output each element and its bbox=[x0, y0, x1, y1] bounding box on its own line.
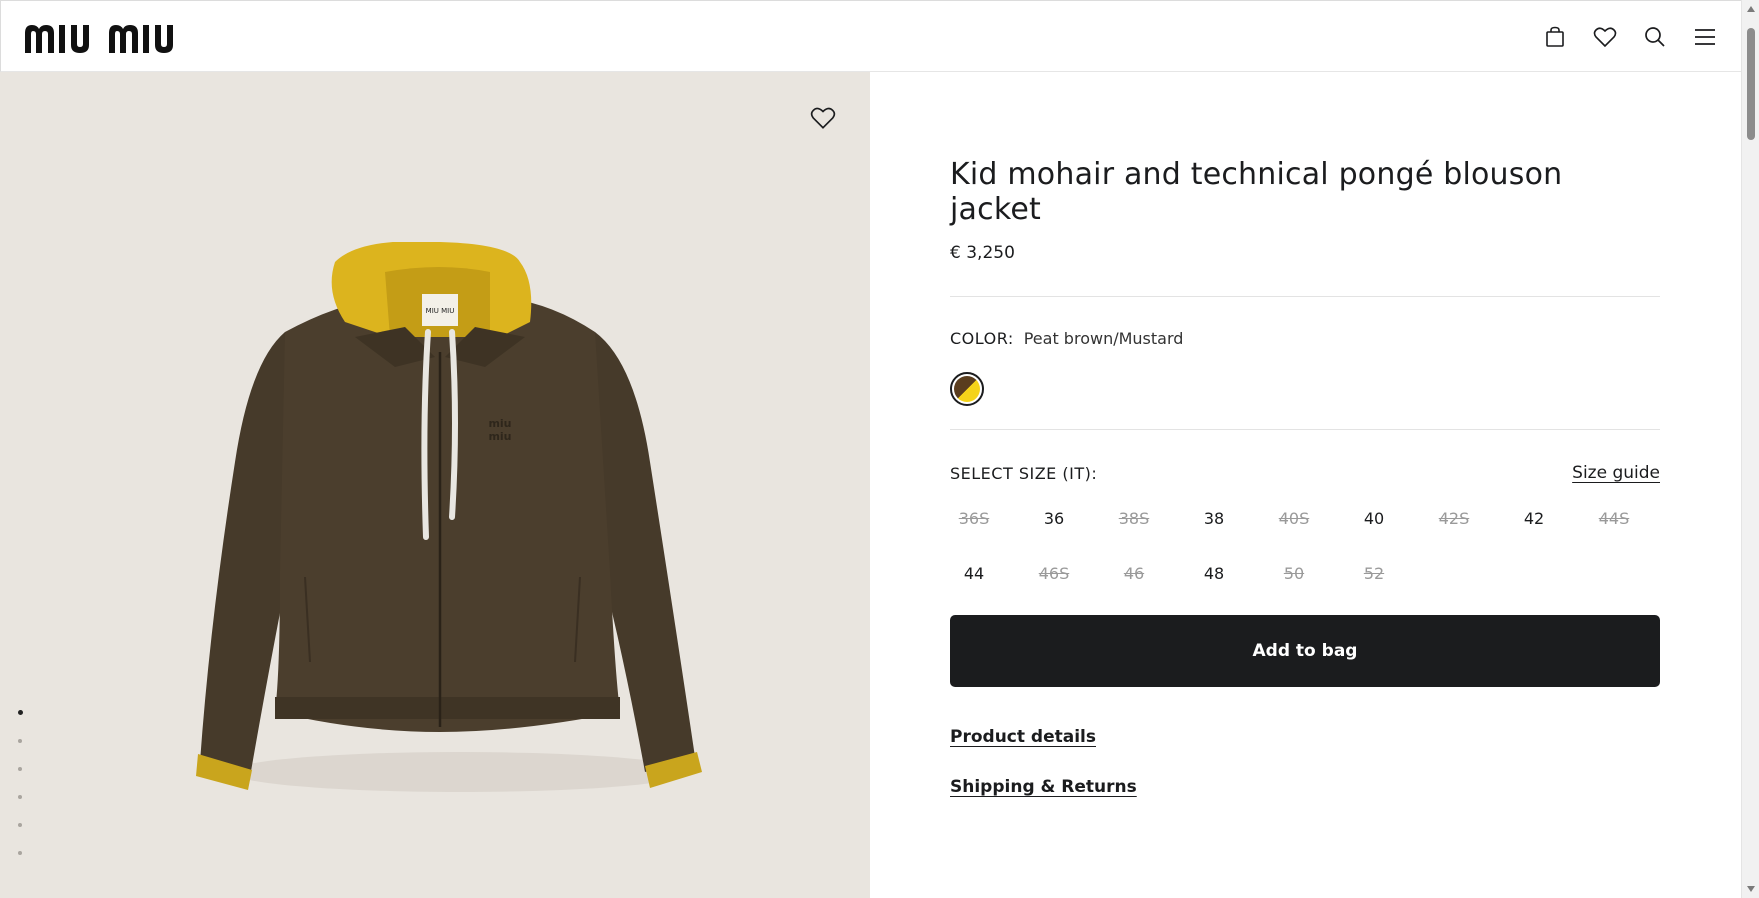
size-option-48[interactable]: 48 bbox=[1190, 558, 1238, 589]
page-scrollbar[interactable] bbox=[1741, 0, 1759, 898]
size-option-36[interactable]: 36 bbox=[1030, 503, 1078, 534]
size-option-42s[interactable]: 42S bbox=[1430, 503, 1478, 534]
bag-icon[interactable] bbox=[1541, 21, 1569, 53]
size-option-40[interactable]: 40 bbox=[1350, 503, 1398, 534]
miu-miu-logo[interactable] bbox=[23, 19, 213, 55]
divider bbox=[950, 296, 1660, 297]
size-options: 36S 36 38S 38 40S 40 42S 42 44S 44 46S 46 48 50 52 bbox=[950, 503, 1660, 589]
product-price: € 3,250 bbox=[950, 243, 1015, 263]
size-option-44[interactable]: 44 bbox=[950, 558, 998, 589]
product-info-panel: Kid mohair and technical pongé blouson j… bbox=[950, 72, 1660, 797]
wishlist-heart-icon[interactable] bbox=[1591, 21, 1619, 53]
jacket-product-image: MIU MIU miu miu bbox=[196, 242, 702, 792]
add-to-wishlist-heart-icon[interactable] bbox=[810, 106, 838, 134]
header-actions bbox=[1541, 21, 1719, 53]
select-size-label: SELECT SIZE (IT): bbox=[950, 463, 1098, 483]
color-row: COLOR: Peat brown/Mustard bbox=[950, 329, 1660, 348]
product-image-gallery[interactable]: MIU MIU miu miu bbox=[0, 72, 870, 898]
color-label: COLOR: bbox=[950, 329, 1014, 348]
add-to-bag-button[interactable]: Add to bag bbox=[950, 615, 1660, 687]
size-option-44s[interactable]: 44S bbox=[1590, 503, 1638, 534]
size-option-38[interactable]: 38 bbox=[1190, 503, 1238, 534]
scrollbar-thumb[interactable] bbox=[1747, 28, 1755, 140]
product-details-link[interactable]: Product details bbox=[950, 727, 1096, 747]
size-option-38s[interactable]: 38S bbox=[1110, 503, 1158, 534]
size-option-52[interactable]: 52 bbox=[1350, 558, 1398, 589]
gallery-dot[interactable] bbox=[18, 795, 22, 799]
scroll-up-arrow-icon[interactable] bbox=[1747, 6, 1755, 12]
gallery-dot[interactable] bbox=[18, 767, 22, 771]
size-option-42[interactable]: 42 bbox=[1510, 503, 1558, 534]
gallery-dot[interactable] bbox=[18, 851, 22, 855]
size-guide-link[interactable]: Size guide bbox=[1572, 463, 1660, 483]
size-option-40s[interactable]: 40S bbox=[1270, 503, 1318, 534]
size-option-46s[interactable]: 46S bbox=[1030, 558, 1078, 589]
product-title: Kid mohair and technical pongé blouson j… bbox=[950, 157, 1563, 227]
svg-text:miu: miu bbox=[488, 430, 511, 443]
gallery-dot[interactable] bbox=[18, 710, 23, 715]
size-option-50[interactable]: 50 bbox=[1270, 558, 1318, 589]
menu-icon[interactable] bbox=[1691, 21, 1719, 53]
size-option-36s[interactable]: 36S bbox=[950, 503, 998, 534]
svg-text:MIU MIU: MIU MIU bbox=[426, 307, 455, 315]
gallery-dot[interactable] bbox=[18, 739, 22, 743]
gallery-dot[interactable] bbox=[18, 823, 22, 827]
scroll-down-arrow-icon[interactable] bbox=[1747, 886, 1755, 892]
site-header bbox=[0, 0, 1741, 72]
search-icon[interactable] bbox=[1641, 21, 1669, 53]
svg-text:miu: miu bbox=[488, 417, 511, 430]
size-header: SELECT SIZE (IT): Size guide bbox=[950, 463, 1660, 483]
divider bbox=[950, 429, 1660, 430]
shipping-returns-link[interactable]: Shipping & Returns bbox=[950, 777, 1137, 797]
color-swatch-peat-brown-mustard[interactable] bbox=[950, 372, 984, 406]
gallery-pagination bbox=[18, 710, 23, 855]
color-value: Peat brown/Mustard bbox=[1023, 329, 1184, 348]
size-option-46[interactable]: 46 bbox=[1110, 558, 1158, 589]
swatch-fill bbox=[954, 376, 980, 402]
